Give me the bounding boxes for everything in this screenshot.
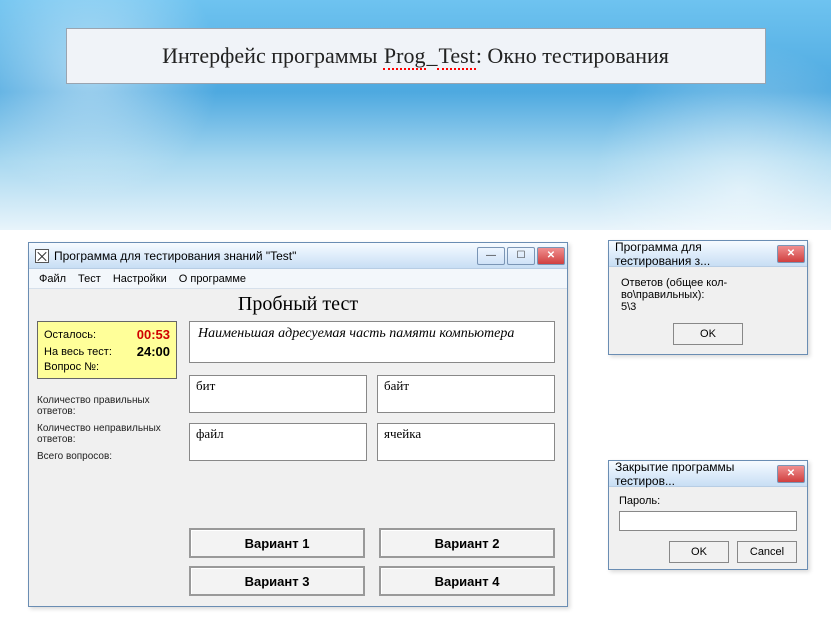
question-text: Наименьшая адресуемая часть памяти компь… <box>189 321 555 363</box>
close-button[interactable]: ✕ <box>537 247 565 265</box>
password-input[interactable] <box>619 511 797 531</box>
variant-2-button[interactable]: Вариант 2 <box>379 528 555 558</box>
timer-total-label: На весь тест: <box>44 343 129 360</box>
results-ok-button[interactable]: OK <box>673 323 743 345</box>
stats-correct-label: Количество правильных ответов: <box>37 395 170 417</box>
app-icon <box>35 249 49 263</box>
answer-4[interactable]: ячейка <box>377 423 555 461</box>
timer-qnum-label: Вопрос №: <box>44 360 129 374</box>
title-prog: Prog <box>383 43 427 70</box>
menu-settings[interactable]: Настройки <box>107 271 173 287</box>
menu-bar: Файл Тест Настройки О программе <box>29 269 567 289</box>
variant-4-button[interactable]: Вариант 4 <box>379 566 555 596</box>
title-sep: _ <box>426 43 437 68</box>
title-text: Интерфейс программы <box>162 43 383 68</box>
timer-left-label: Осталось: <box>44 326 129 343</box>
minimize-button[interactable]: — <box>477 247 505 265</box>
title-test: Test <box>437 43 475 70</box>
answer-3[interactable]: файл <box>189 423 367 461</box>
stats-total-label: Всего вопросов: <box>37 451 112 462</box>
variant-buttons: Вариант 1 Вариант 2 Вариант 3 Вариант 4 <box>189 528 555 596</box>
timer-qnum-value <box>129 360 170 374</box>
main-title: Программа для тестирования знаний "Test" <box>54 249 296 263</box>
results-dialog: Программа для тестирования з... ✕ Ответо… <box>608 240 808 355</box>
results-title: Программа для тестирования з... <box>615 240 775 268</box>
title-post: : Окно тестирования <box>476 43 669 68</box>
stats-wrong-label: Количество неправильных ответов: <box>37 423 171 445</box>
results-titlebar[interactable]: Программа для тестирования з... ✕ <box>609 241 807 267</box>
answer-1[interactable]: бит <box>189 375 367 413</box>
close-cancel-button[interactable]: Cancel <box>737 541 797 563</box>
answer-2[interactable]: байт <box>377 375 555 413</box>
results-line2: 5\3 <box>621 301 795 313</box>
results-close-button[interactable]: ✕ <box>777 245 805 263</box>
variant-1-button[interactable]: Вариант 1 <box>189 528 365 558</box>
close-titlebar[interactable]: Закрытие программы тестиров... ✕ <box>609 461 807 487</box>
main-titlebar[interactable]: Программа для тестирования знаний "Test"… <box>29 243 567 269</box>
menu-file[interactable]: Файл <box>33 271 72 287</box>
maximize-button[interactable]: ☐ <box>507 247 535 265</box>
close-dialog: Закрытие программы тестиров... ✕ Пароль:… <box>608 460 808 570</box>
menu-test[interactable]: Тест <box>72 271 107 287</box>
timer-box: Осталось: 00:53 На весь тест: 24:00 Вопр… <box>37 321 177 379</box>
timer-left-value: 00:53 <box>129 326 170 343</box>
test-heading: Пробный тест <box>29 293 567 316</box>
main-window: Программа для тестирования знаний "Test"… <box>28 242 568 607</box>
menu-about[interactable]: О программе <box>173 271 252 287</box>
variant-3-button[interactable]: Вариант 3 <box>189 566 365 596</box>
close-ok-button[interactable]: OK <box>669 541 729 563</box>
close-dialog-close-button[interactable]: ✕ <box>777 465 805 483</box>
password-label: Пароль: <box>619 495 797 507</box>
slide-title: Интерфейс программы Prog_Test: Окно тест… <box>66 28 766 84</box>
answers-grid: бит байт файл ячейка <box>189 375 555 461</box>
close-title: Закрытие программы тестиров... <box>615 460 775 488</box>
results-line1: Ответов (общее кол-во\правильных): <box>621 277 795 301</box>
stats-panel: Количество правильных ответов: Количеств… <box>37 389 187 468</box>
timer-total-value: 24:00 <box>129 343 170 360</box>
